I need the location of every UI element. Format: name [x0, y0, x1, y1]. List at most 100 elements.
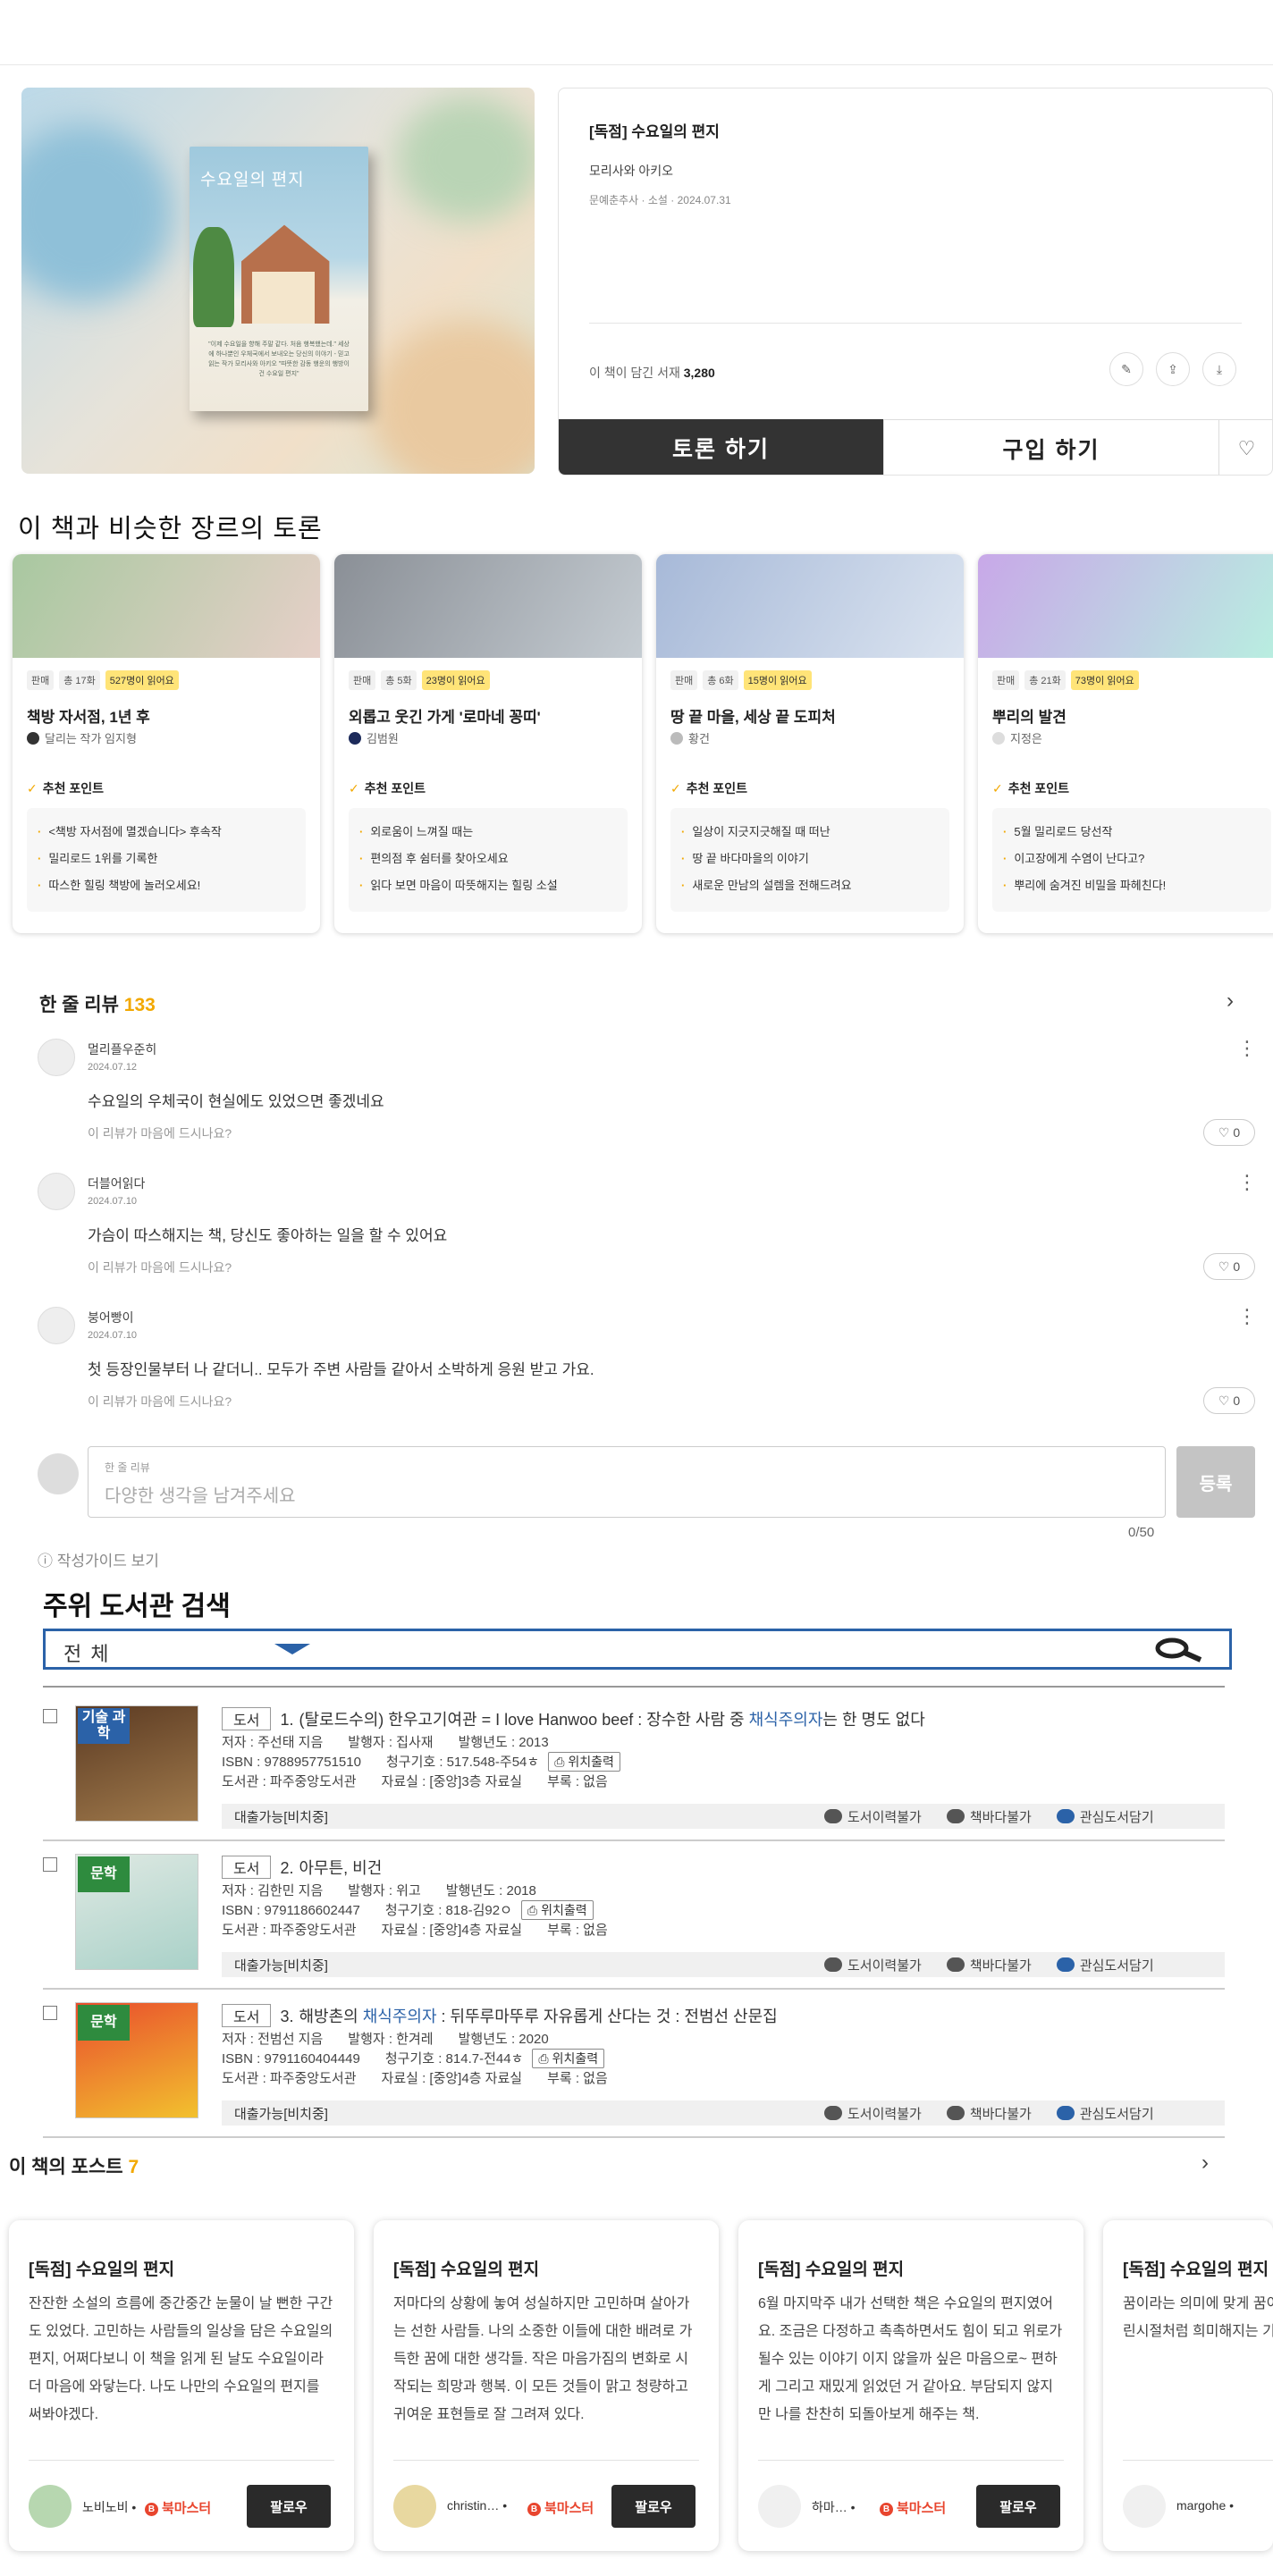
- book-cover[interactable]: 수요일의 편지 "이제 수요일을 향해 주말 같다. 처음 행복했는데." 세상…: [190, 147, 368, 411]
- discussion-card[interactable]: 판매총 21화73명이 읽어요뿌리의 발견지정은 ✓ 추천 포인트 5월 밀리로드 당…: [978, 554, 1273, 933]
- print-location-button[interactable]: ⎙ 위치출력: [548, 1752, 620, 1772]
- result-title[interactable]: 도서 1. (탈로드수의) 한우고기여관 = I love Hanwoo beef …: [222, 1707, 925, 1730]
- print-location-button[interactable]: ⎙ 위치출력: [532, 2049, 605, 2068]
- avatar[interactable]: [1123, 2485, 1166, 2528]
- result-pub: 발행자 : 위고: [348, 1883, 421, 1898]
- select-checkbox[interactable]: [43, 1857, 57, 1872]
- chevron-down-icon[interactable]: [274, 1644, 310, 1654]
- library-search-bar[interactable]: 전체: [43, 1629, 1232, 1670]
- result-ap: 부록 : 없음: [547, 1774, 608, 1789]
- more-options-icon[interactable]: ⋮: [1237, 1305, 1257, 1328]
- heart-icon[interactable]: ♡: [1218, 419, 1272, 475]
- add-favorite-button[interactable]: 관심도서담기: [1056, 1807, 1154, 1826]
- book-thumbnail[interactable]: 문학: [75, 1854, 198, 1970]
- print-location-button[interactable]: ⎙ 위치출력: [520, 1900, 594, 1920]
- avatar[interactable]: [758, 2485, 801, 2528]
- result-title[interactable]: 도서 3. 해방촌의 채식주의자 : 뒤뚜루마뚜루 자유롭게 산다는 것 : 전범선…: [222, 2004, 778, 2027]
- interlibrary-button[interactable]: 책바다불가: [946, 1807, 1032, 1826]
- submit-button[interactable]: 등록: [1176, 1446, 1255, 1518]
- review-like-count: 0: [1233, 1259, 1241, 1274]
- result-isbn-line: ISBN : 9788957751510 청구기호 : 517.548-주54ㅎ ⎙…: [222, 1752, 620, 1772]
- add-favorite-button[interactable]: 관심도서담기: [1056, 2104, 1154, 2123]
- result-status-bar: 대출가능[비치중] 도서이력불가 책바다불가 관심도서담기: [222, 1804, 1225, 1829]
- library-result-row: 문학 도서 2. 아무튼, 비건 저자 : 김한민 지음 발행자 : 위고 발행년도 : 2…: [43, 1841, 1225, 1990]
- category-badge: 기술 과학: [78, 1708, 130, 1744]
- post-body: 잔잔한 소설의 흐름에 중간중간 눈물이 날 뻔한 구간도 있었다. 고민하는 …: [29, 2296, 333, 2422]
- recommend-point-label: 추천 포인트: [364, 781, 426, 796]
- download-icon[interactable]: ⤓: [1202, 352, 1236, 386]
- post-author-name[interactable]: margohe •: [1176, 2498, 1234, 2513]
- post-title: [독점] 수요일의 편지: [29, 2260, 175, 2279]
- discussion-card[interactable]: 판매 총 5화 23명이 읽어요 외롭고 웃긴 가게 '로마네 꽁띠' 김범원 ✓ 추천 포…: [334, 554, 642, 933]
- similar-section-title: 이 책과 비슷한 장르의 토론: [18, 515, 323, 543]
- avatar[interactable]: [393, 2485, 436, 2528]
- review-like-button[interactable]: ♡ 0: [1203, 1119, 1255, 1146]
- blur-shape: [21, 123, 173, 302]
- borrow-history-button[interactable]: 도서이력불가: [824, 1807, 922, 1826]
- post-author-name[interactable]: 하마… •: [812, 2498, 856, 2516]
- discussion-title: 뿌리의 발견: [992, 709, 1066, 726]
- review-like-button[interactable]: ♡ 0: [1203, 1387, 1255, 1414]
- post-card[interactable]: [독점] 수요일의 편지꿈이라는 의미에 맞게 꿈이 되었지만 꿈을 소재로 어…: [1103, 2220, 1273, 2551]
- select-checkbox[interactable]: [43, 1709, 57, 1723]
- book-author[interactable]: 모리사와 아키오: [589, 162, 673, 180]
- follow-button[interactable]: 팔로우: [976, 2485, 1060, 2528]
- discuss-button[interactable]: 토론 하기: [559, 419, 883, 475]
- post-card[interactable]: [독점] 수요일의 편지 6월 마지막주 내가 선택한 책은 수요일의 편지였어요…: [738, 2220, 1083, 2551]
- shelf-count-row: 이 책이 담긴 서재 3,280: [589, 364, 715, 382]
- buy-button[interactable]: 구입 하기: [883, 419, 1218, 475]
- follow-button[interactable]: 팔로우: [611, 2485, 696, 2528]
- borrow-history-button[interactable]: 도서이력불가: [824, 2104, 922, 2123]
- add-favorite-button[interactable]: 관심도서담기: [1056, 1956, 1154, 1974]
- recommend-item: 땅 끝 바다마을의 이야기: [681, 846, 939, 872]
- reviewer-name: 멀리플우준히: [88, 1042, 157, 1056]
- post-author-name[interactable]: 노비노비 •: [82, 2498, 136, 2516]
- chevron-right-icon[interactable]: ›: [1201, 2151, 1209, 2176]
- edit-icon[interactable]: ✎: [1109, 352, 1143, 386]
- top-divider: [0, 64, 1273, 65]
- recommend-item: 이고장에게 수염이 난다고?: [1003, 846, 1260, 872]
- search-icon[interactable]: [1151, 1637, 1206, 1663]
- recommend-point-label: 추천 포인트: [42, 781, 105, 796]
- post-card[interactable]: [독점] 수요일의 편지잔잔한 소설의 흐름에 중간중간 눈물이 날 뻔한 구간…: [9, 2220, 354, 2551]
- book-title: [독점] 수요일의 편지: [589, 123, 720, 140]
- interlibrary-button[interactable]: 책바다불가: [946, 1956, 1032, 1974]
- bookmaster-label: 북마스터: [162, 2501, 212, 2516]
- divider: [29, 2460, 334, 2461]
- book-info-card: [독점] 수요일의 편지 모리사와 아키오 문예춘추사 · 소설 · 2024.…: [558, 88, 1273, 476]
- discussion-author-name: 황건: [688, 732, 710, 745]
- chevron-right-icon[interactable]: ›: [1227, 989, 1234, 1014]
- result-pub: 발행자 : 집사재: [348, 1735, 434, 1750]
- post-author-name[interactable]: christin… •: [447, 2498, 507, 2513]
- library-filter-select[interactable]: 전체: [63, 1638, 117, 1667]
- recommend-point: ✓ 추천 포인트: [670, 779, 747, 797]
- result-title[interactable]: 도서 2. 아무튼, 비건: [222, 1856, 382, 1879]
- borrow-history-button[interactable]: 도서이력불가: [824, 1956, 922, 1974]
- follow-button[interactable]: 팔로우: [247, 2485, 331, 2528]
- result-room: 자료실 : [중앙]4층 자료실: [381, 2071, 523, 2086]
- bookmark-icon: B: [145, 2503, 158, 2516]
- discussion-author: 지정은: [992, 729, 1042, 746]
- avatar: [670, 732, 683, 745]
- post-card[interactable]: [독점] 수요일의 편지 저마다의 상황에 놓여 성실하지만 고민하며 살아가는 …: [374, 2220, 719, 2551]
- book-thumbnail[interactable]: 문학: [75, 2002, 198, 2118]
- discussion-card[interactable]: 판매총 6화15명이 읽어요땅 끝 마을, 세상 끝 도피처황건 ✓ 추천 포인트일…: [656, 554, 964, 933]
- tag-episodes: 총 17화: [59, 670, 100, 690]
- more-options-icon[interactable]: ⋮: [1237, 1037, 1257, 1060]
- more-options-icon[interactable]: ⋮: [1237, 1171, 1257, 1194]
- review-input[interactable]: 한 줄 리뷰 다양한 생각을 남겨주세요: [88, 1446, 1166, 1518]
- select-checkbox[interactable]: [43, 2006, 57, 2020]
- discussion-card[interactable]: 판매 총 17화 527명이 읽어요 책방 자서점, 1년 후 달리는 작가 임지형 ✓ 추…: [13, 554, 320, 933]
- recommend-item: 따스한 힐링 책방에 놀러오세요!: [38, 872, 295, 899]
- discussion-author: 황건: [670, 729, 710, 746]
- interlibrary-label: 책바다불가: [969, 1958, 1032, 1974]
- share-icon[interactable]: ⇪: [1156, 352, 1190, 386]
- interlibrary-button[interactable]: 책바다불가: [946, 2104, 1032, 2123]
- writing-guide-link[interactable]: ⓘ 작성가이드 보기: [38, 1548, 159, 1570]
- discussion-author-name: 달리는 작가 임지형: [45, 732, 137, 745]
- result-isbn: ISBN : 9788957751510: [222, 1755, 361, 1770]
- library-result-row: 기술 과학 도서 1. (탈로드수의) 한우고기여관 = I love Hanwoo …: [43, 1693, 1225, 1841]
- review-like-button[interactable]: ♡ 0: [1203, 1253, 1255, 1280]
- avatar[interactable]: [29, 2485, 72, 2528]
- book-thumbnail[interactable]: 기술 과학: [75, 1705, 198, 1822]
